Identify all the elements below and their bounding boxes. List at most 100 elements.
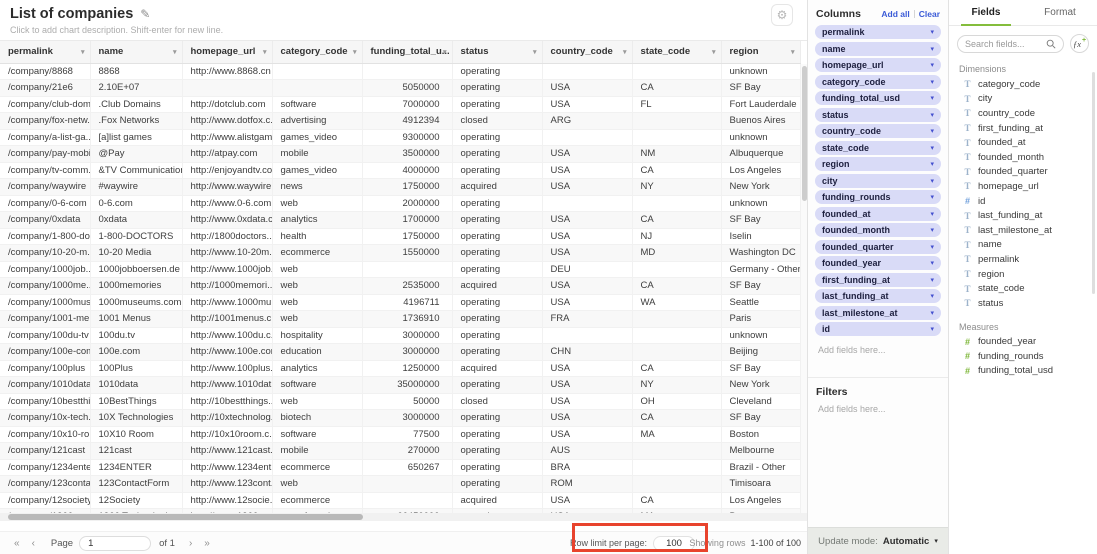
table-cell[interactable]: http://1800doctors.... (182, 228, 272, 245)
table-cell[interactable]: /company/1000me... (0, 278, 90, 295)
table-row[interactable]: /company/1000mus...1000museums.comhttp:/… (0, 294, 800, 311)
table-cell[interactable]: web (272, 476, 362, 493)
table-cell[interactable]: operating (452, 195, 542, 212)
filters-add-fields-placeholder[interactable]: Add fields here... (808, 398, 948, 420)
table-cell[interactable]: /company/fox-netw... (0, 113, 90, 130)
table-cell[interactable]: 1250000 (362, 360, 452, 377)
table-cell[interactable] (632, 195, 721, 212)
dimension-item-category_code[interactable]: Tcategory_code (949, 77, 1097, 92)
column-pill-name[interactable]: name▾ (815, 42, 941, 56)
table-row[interactable]: /company/0xdata0xdatahttp://www.0xdata.c… (0, 212, 800, 229)
table-cell[interactable]: FL (632, 96, 721, 113)
table-cell[interactable]: operating (452, 377, 542, 394)
table-row[interactable]: /company/100e-com100e.comhttp://www.100e… (0, 344, 800, 361)
table-cell[interactable]: unknown (721, 63, 800, 80)
measure-item-founded_year[interactable]: #founded_year (949, 335, 1097, 350)
chevron-down-icon[interactable]: ▾ (930, 111, 934, 119)
table-cell[interactable]: web (272, 195, 362, 212)
table-cell[interactable]: 4196711 (362, 294, 452, 311)
table-cell[interactable] (632, 261, 721, 278)
table-cell[interactable]: New York (721, 179, 800, 196)
table-cell[interactable]: CA (632, 162, 721, 179)
chevron-down-icon[interactable]: ▾ (930, 292, 934, 300)
table-row[interactable]: /company/1010data1010datahttp://www.1010… (0, 377, 800, 394)
table-cell[interactable]: 650267 (362, 459, 452, 476)
horizontal-scrollbar-thumb[interactable] (8, 514, 363, 520)
table-row[interactable]: /company/a-list-ga...[a]list gameshttp:/… (0, 129, 800, 146)
table-row[interactable]: /company/10x-tech...10X Technologieshttp… (0, 410, 800, 427)
table-cell[interactable]: .Fox Networks (90, 113, 182, 130)
table-cell[interactable]: operating (452, 245, 542, 262)
column-pill-permalink[interactable]: permalink▾ (815, 25, 941, 39)
table-cell[interactable]: operating (452, 63, 542, 80)
table-cell[interactable]: Cleveland (721, 393, 800, 410)
table-cell[interactable]: SF Bay (721, 212, 800, 229)
chevron-down-icon[interactable]: ▾ (930, 61, 934, 69)
table-cell[interactable]: Brazil - Other (721, 459, 800, 476)
table-cell[interactable]: http://1000memori... (182, 278, 272, 295)
table-row[interactable]: /company/1000me...1000memorieshttp://100… (0, 278, 800, 295)
column-header-permalink[interactable]: permalink▾ (0, 41, 90, 63)
column-pill-category_code[interactable]: category_code▾ (815, 75, 941, 89)
dimension-item-last_milestone_at[interactable]: Tlast_milestone_at (949, 223, 1097, 238)
table-cell[interactable]: 35000000 (362, 377, 452, 394)
table-cell[interactable]: operating (452, 327, 542, 344)
table-cell[interactable]: http://www.1234ent... (182, 459, 272, 476)
table-row[interactable]: /company/10-20-m...10-20 Mediahttp://www… (0, 245, 800, 262)
table-cell[interactable]: Buenos Aires (721, 113, 800, 130)
table-cell[interactable]: http://10bestthings.... (182, 393, 272, 410)
table-cell[interactable]: 77500 (362, 426, 452, 443)
column-pill-last_funding_at[interactable]: last_funding_at▾ (815, 289, 941, 303)
table-row[interactable]: /company/100du-tv100du.tvhttp://www.100d… (0, 327, 800, 344)
table-cell[interactable]: USA (542, 278, 632, 295)
table-cell[interactable]: operating (452, 443, 542, 460)
table-row[interactable]: /company/123conta...123ContactFormhttp:/… (0, 476, 800, 493)
table-row[interactable]: /company/21e62.10E+075050000operatingUSA… (0, 80, 800, 97)
table-cell[interactable]: DEU (542, 261, 632, 278)
column-pill-founded_at[interactable]: founded_at▾ (815, 207, 941, 221)
table-cell[interactable]: Timisoara (721, 476, 800, 493)
column-header-state-code[interactable]: state_code▾ (632, 41, 721, 63)
column-header-country-code[interactable]: country_code▾ (542, 41, 632, 63)
table-cell[interactable]: 10BestThings (90, 393, 182, 410)
chevron-down-icon[interactable]: ▾ (930, 45, 934, 53)
column-header-status[interactable]: status▾ (452, 41, 542, 63)
table-cell[interactable]: acquired (452, 179, 542, 196)
table-cell[interactable]: Paris (721, 311, 800, 328)
table-cell[interactable]: .Club Domains (90, 96, 182, 113)
table-cell[interactable]: Washington DC (721, 245, 800, 262)
chevron-down-icon[interactable]: ▾ (533, 48, 537, 56)
add-formula-button[interactable]: ƒx + (1070, 34, 1089, 53)
table-cell[interactable]: 1000memories (90, 278, 182, 295)
table-cell[interactable]: /company/1010data (0, 377, 90, 394)
table-cell[interactable]: 9300000 (362, 129, 452, 146)
table-cell[interactable]: 50000 (362, 393, 452, 410)
table-cell[interactable]: CA (632, 492, 721, 509)
chevron-down-icon[interactable]: ▾ (930, 259, 934, 267)
table-row[interactable]: /company/12society12Societyhttp://www.12… (0, 492, 800, 509)
table-cell[interactable]: /company/121cast (0, 443, 90, 460)
table-cell[interactable]: web (272, 294, 362, 311)
table-cell[interactable] (632, 443, 721, 460)
table-cell[interactable] (362, 492, 452, 509)
table-cell[interactable]: operating (452, 80, 542, 97)
chevron-down-icon[interactable]: ▾ (930, 309, 934, 317)
table-cell[interactable]: 4912394 (362, 113, 452, 130)
table-cell[interactable]: acquired (452, 360, 542, 377)
table-cell[interactable]: /company/tv-comm... (0, 162, 90, 179)
table-cell[interactable]: /company/100plus (0, 360, 90, 377)
chevron-down-icon[interactable]: ▾ (173, 48, 177, 56)
table-cell[interactable]: 0-6.com (90, 195, 182, 212)
table-cell[interactable]: operating (452, 162, 542, 179)
table-cell[interactable]: biotech (272, 410, 362, 427)
table-cell[interactable]: 1000museums.com (90, 294, 182, 311)
table-cell[interactable]: Melbourne (721, 443, 800, 460)
table-cell[interactable]: 3500000 (362, 146, 452, 163)
column-pill-id[interactable]: id▾ (815, 322, 941, 336)
first-page-button[interactable]: « (14, 538, 20, 549)
table-cell[interactable]: unknown (721, 327, 800, 344)
chevron-down-icon[interactable]: ▾ (353, 48, 357, 56)
table-cell[interactable]: ROM (542, 476, 632, 493)
table-cell[interactable]: http://www.0-6.com (182, 195, 272, 212)
dimension-item-country_code[interactable]: Tcountry_code (949, 106, 1097, 121)
